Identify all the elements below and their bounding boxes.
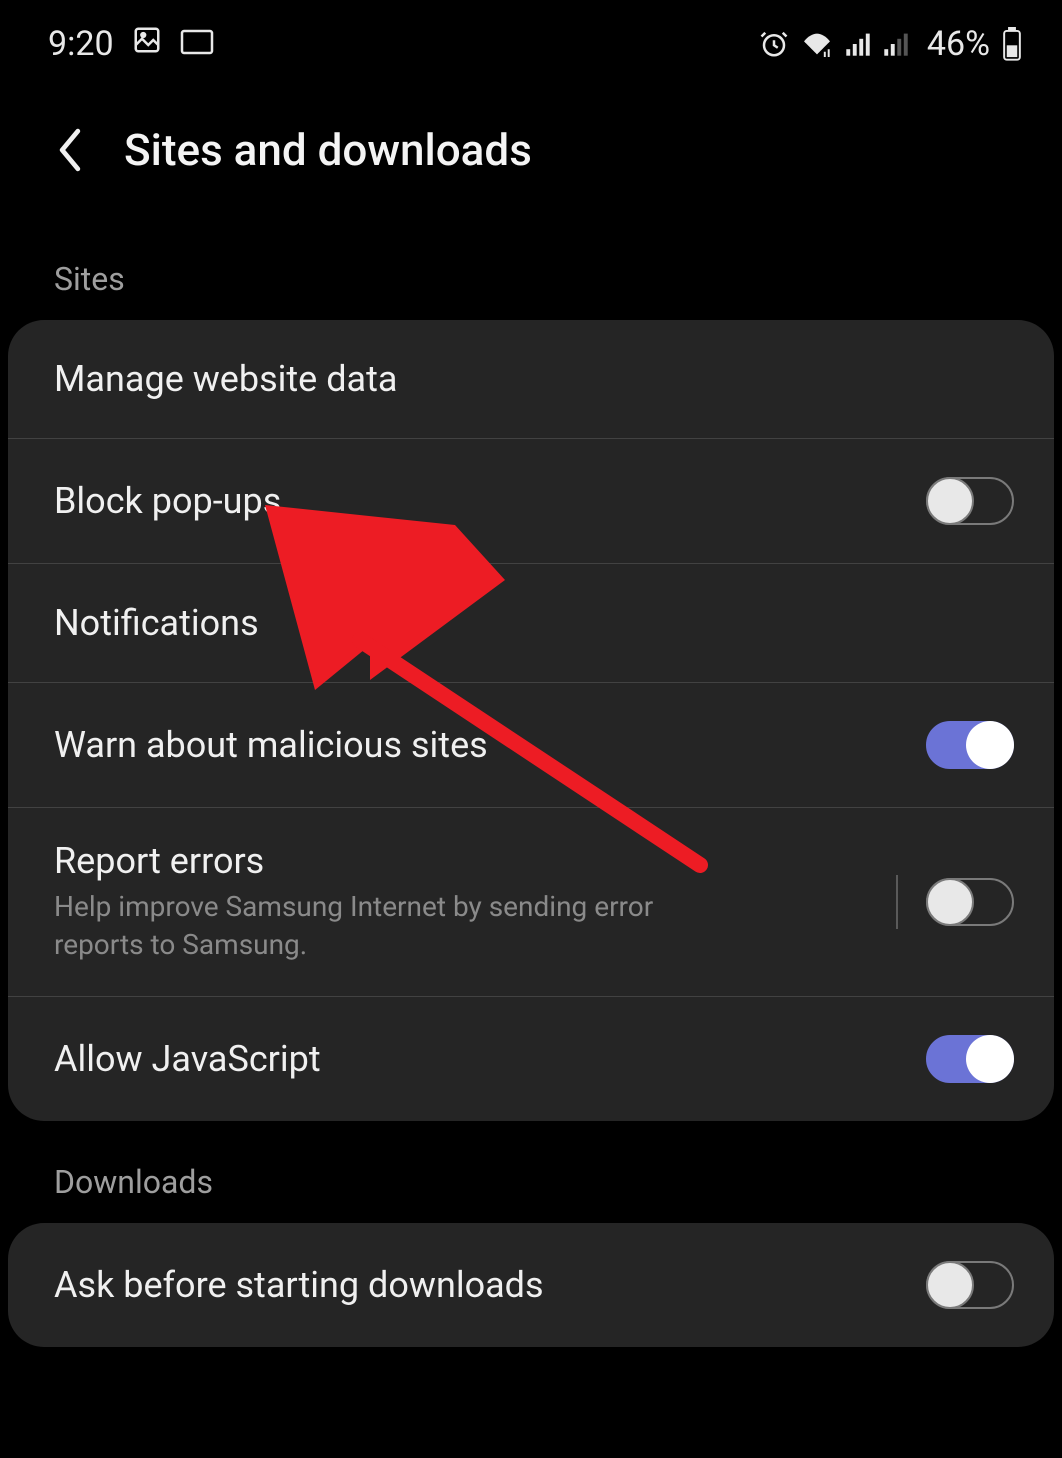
- divider-icon: [896, 875, 898, 929]
- report-errors-subtitle: Help improve Samsung Internet by sending…: [54, 888, 674, 964]
- status-time: 9:20: [48, 24, 114, 64]
- report-errors-label: Report errors: [54, 840, 896, 882]
- signal-icon-1: [845, 31, 871, 57]
- block-popups-label: Block pop-ups: [54, 480, 926, 522]
- manage-website-data-label: Manage website data: [54, 358, 1014, 400]
- section-header-sites: Sites: [0, 246, 1062, 320]
- row-warn-malicious[interactable]: Warn about malicious sites: [8, 683, 1054, 808]
- row-notifications[interactable]: Notifications: [8, 564, 1054, 683]
- back-button[interactable]: [48, 128, 92, 172]
- status-bar: 9:20: [0, 0, 1062, 88]
- battery-percent: 46%: [927, 24, 990, 64]
- warn-malicious-label: Warn about malicious sites: [54, 724, 926, 766]
- section-header-downloads: Downloads: [0, 1121, 1062, 1223]
- row-report-errors[interactable]: Report errors Help improve Samsung Inter…: [8, 808, 1054, 997]
- block-popups-toggle[interactable]: [926, 477, 1014, 525]
- row-ask-before-downloads[interactable]: Ask before starting downloads: [8, 1223, 1054, 1347]
- row-allow-javascript[interactable]: Allow JavaScript: [8, 997, 1054, 1121]
- warn-malicious-toggle[interactable]: [926, 721, 1014, 769]
- downloads-card: Ask before starting downloads: [8, 1223, 1054, 1347]
- ask-before-downloads-toggle[interactable]: [926, 1261, 1014, 1309]
- sites-card: Manage website data Block pop-ups Notifi…: [8, 320, 1054, 1121]
- battery-icon: [1002, 27, 1022, 61]
- allow-javascript-toggle[interactable]: [926, 1035, 1014, 1083]
- report-errors-toggle[interactable]: [926, 878, 1014, 926]
- notifications-label: Notifications: [54, 602, 1014, 644]
- row-manage-website-data[interactable]: Manage website data: [8, 320, 1054, 439]
- picture-icon: [132, 24, 162, 64]
- wifi-icon: [801, 31, 833, 57]
- alarm-icon: [759, 29, 789, 59]
- page-title: Sites and downloads: [124, 124, 532, 176]
- allow-javascript-label: Allow JavaScript: [54, 1038, 926, 1080]
- page-header: Sites and downloads: [0, 88, 1062, 246]
- signal-icon-2: [883, 31, 909, 57]
- cast-icon: [180, 24, 214, 64]
- row-block-popups[interactable]: Block pop-ups: [8, 439, 1054, 564]
- ask-before-downloads-label: Ask before starting downloads: [54, 1264, 926, 1306]
